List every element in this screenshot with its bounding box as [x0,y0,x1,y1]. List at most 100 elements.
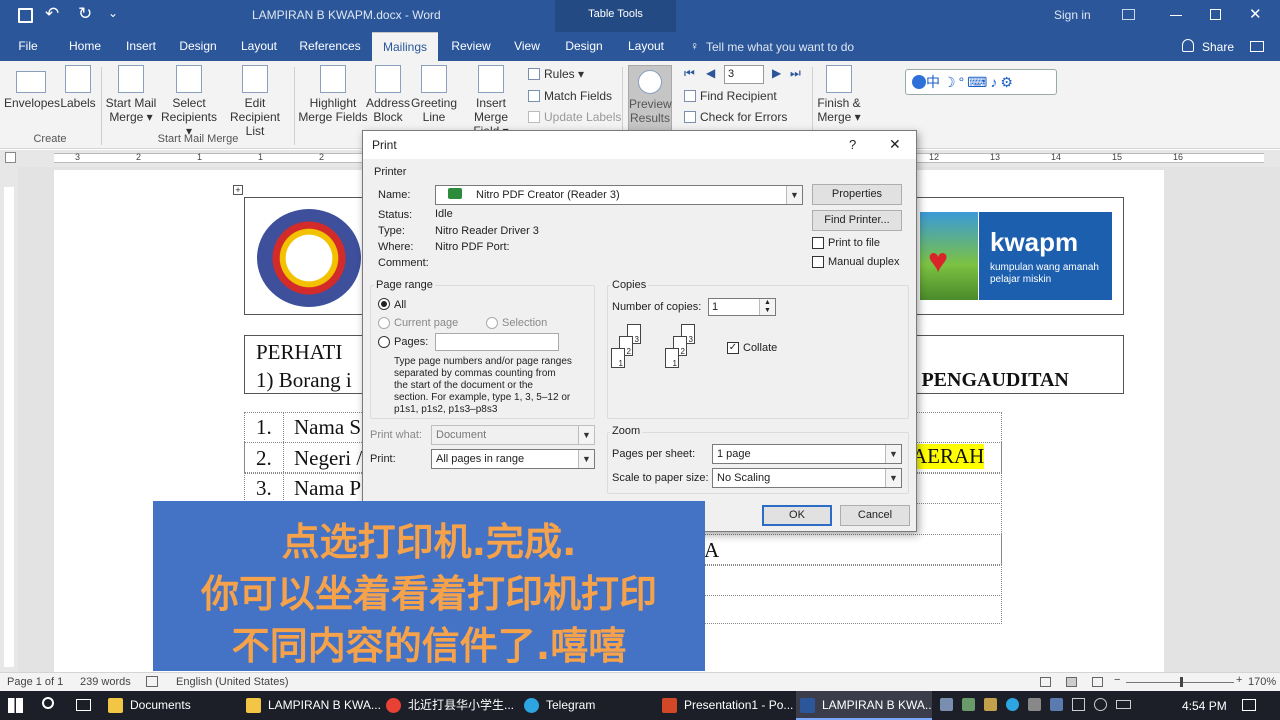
read-mode-icon[interactable] [1040,677,1051,687]
cancel-button[interactable]: Cancel [840,505,910,526]
taskbar-item-powerpoint[interactable]: Presentation1 - Po... [658,691,794,720]
pages-per-sheet-select[interactable]: 1 page ▼ [712,444,902,464]
zoom-out-icon[interactable]: − [1114,674,1120,686]
highlight-merge-fields-button[interactable]: Highlight Merge Fields [298,61,368,124]
tab-design[interactable]: Design [174,32,222,61]
select-recipients-button[interactable]: Select Recipients ▾ [158,61,220,138]
tab-home[interactable]: Home [62,32,108,61]
properties-button[interactable]: Properties [812,184,902,205]
restore-icon[interactable] [1210,9,1221,20]
comments-icon[interactable] [1250,41,1264,52]
tab-view[interactable]: View [506,32,548,61]
tab-table-layout[interactable]: Layout [620,32,672,61]
row-1-text: Nama S [294,415,362,439]
find-recipient-button[interactable]: Find Recipient [684,89,777,103]
tab-layout[interactable]: Layout [234,32,284,61]
tab-mailings[interactable]: Mailings [372,32,438,61]
check-for-errors-button[interactable]: Check for Errors [684,110,787,124]
tray-icon-6[interactable] [1050,698,1063,711]
close-icon[interactable]: ✕ [1249,5,1262,23]
selection-radio[interactable] [486,317,498,329]
greeting-line-button[interactable]: Greeting Line [410,61,458,124]
pages-radio[interactable] [378,336,390,348]
tab-review[interactable]: Review [446,32,496,61]
match-fields-button[interactable]: Match Fields [528,89,612,103]
volume-icon[interactable] [1094,698,1107,711]
ribbon-display-icon[interactable] [1122,9,1135,20]
tab-insert[interactable]: Insert [120,32,162,61]
tab-table-design[interactable]: Design [560,32,608,61]
tray-icon-1[interactable] [940,698,953,711]
rules-button[interactable]: Rules ▾ [528,67,584,81]
labels-button[interactable]: Labels [60,61,96,110]
zoom-slider-thumb[interactable] [1180,677,1183,687]
start-mail-merge-button[interactable]: Start Mail Merge ▾ [104,61,158,124]
print-layout-icon[interactable] [1066,677,1077,687]
last-record-icon[interactable]: ⏭ [790,66,801,81]
table-move-handle-icon[interactable]: + [233,185,243,195]
sign-in-link[interactable]: Sign in [1054,8,1091,22]
dialog-close-button[interactable]: ✕ [889,136,901,153]
proofing-icon[interactable] [146,676,158,687]
redo-icon[interactable]: ↻ [78,4,92,24]
preview-results-button[interactable]: Preview Results [628,65,672,131]
tab-file[interactable]: File [10,32,46,61]
find-printer-button[interactable]: Find Printer... [812,210,902,231]
quick-access-more-icon[interactable]: ⌄ [108,6,118,20]
language-status[interactable]: English (United States) [176,676,289,688]
vertical-ruler[interactable] [0,167,18,672]
tab-references[interactable]: References [296,32,364,61]
tray-icon-4[interactable] [1006,698,1019,711]
notifications-icon[interactable] [1242,699,1256,711]
clock[interactable]: 4:54 PM [1182,699,1227,713]
ime-toolbar[interactable]: 中☽°⌨♪⚙ [905,69,1057,95]
battery-icon[interactable] [1116,700,1131,709]
print-what-select[interactable]: Document ▼ [431,425,595,445]
taskbar-item-telegram[interactable]: Telegram [520,691,656,720]
collate-checkbox[interactable]: ✓ [727,342,739,354]
envelopes-button[interactable]: Envelopes [4,61,60,110]
first-record-icon[interactable]: ⏮ [684,66,695,81]
help-button[interactable]: ? [849,137,856,152]
zoom-in-icon[interactable]: + [1236,674,1242,686]
print-to-file-checkbox[interactable] [812,237,824,249]
task-view-icon[interactable] [76,699,91,711]
web-layout-icon[interactable] [1092,677,1103,687]
minimize-icon[interactable] [1170,15,1182,16]
tray-icon-5[interactable] [1028,698,1041,711]
record-number-input[interactable]: 3 [724,65,764,84]
current-page-radio[interactable] [378,317,390,329]
windows-start-icon[interactable] [8,698,23,713]
tray-icon-3[interactable] [984,698,997,711]
share-button[interactable]: Share [1202,40,1234,54]
insert-merge-field-button[interactable]: Insert MergeField ▾ [458,61,524,138]
page-count[interactable]: Page 1 of 1 [7,676,63,688]
undo-icon[interactable]: ↶ [45,4,59,24]
manual-duplex-checkbox[interactable] [812,256,824,268]
ok-button[interactable]: OK [762,505,832,526]
all-pages-radio[interactable] [378,298,390,310]
pages-input[interactable] [435,333,559,351]
previous-record-icon[interactable]: ◀ [706,66,715,80]
edit-recipient-list-button[interactable]: Edit Recipient List [220,61,290,138]
taskbar-item-documents[interactable]: Documents [104,691,240,720]
save-icon[interactable] [18,8,33,23]
copies-spinner-icon[interactable]: ▲ ▼ [759,299,775,315]
tell-me-box[interactable]: Tell me what you want to do [706,40,854,54]
tray-icon-2[interactable] [962,698,975,711]
scale-select[interactable]: No Scaling ▼ [712,468,902,488]
printer-name-select[interactable]: Nitro PDF Creator (Reader 3) ▼ [435,185,803,205]
finish-merge-button[interactable]: Finish & Merge ▾ [814,61,864,124]
update-labels-button[interactable]: Update Labels [528,110,621,124]
status-value: Idle [435,208,453,220]
taskbar-item-chrome[interactable]: 北近打县华小学生... [382,691,518,720]
address-block-button[interactable]: Address Block [366,61,410,124]
next-record-icon[interactable]: ▶ [772,66,781,80]
print-range-select[interactable]: All pages in range ▼ [431,449,595,469]
search-icon[interactable] [42,697,54,709]
taskbar-item-word[interactable]: LAMPIRAN B KWA... [796,691,932,720]
word-count[interactable]: 239 words [80,676,131,688]
taskbar-item-lampiran-folder[interactable]: LAMPIRAN B KWA... [242,691,380,720]
zoom-level[interactable]: 170% [1248,676,1276,688]
network-icon[interactable] [1072,698,1085,711]
